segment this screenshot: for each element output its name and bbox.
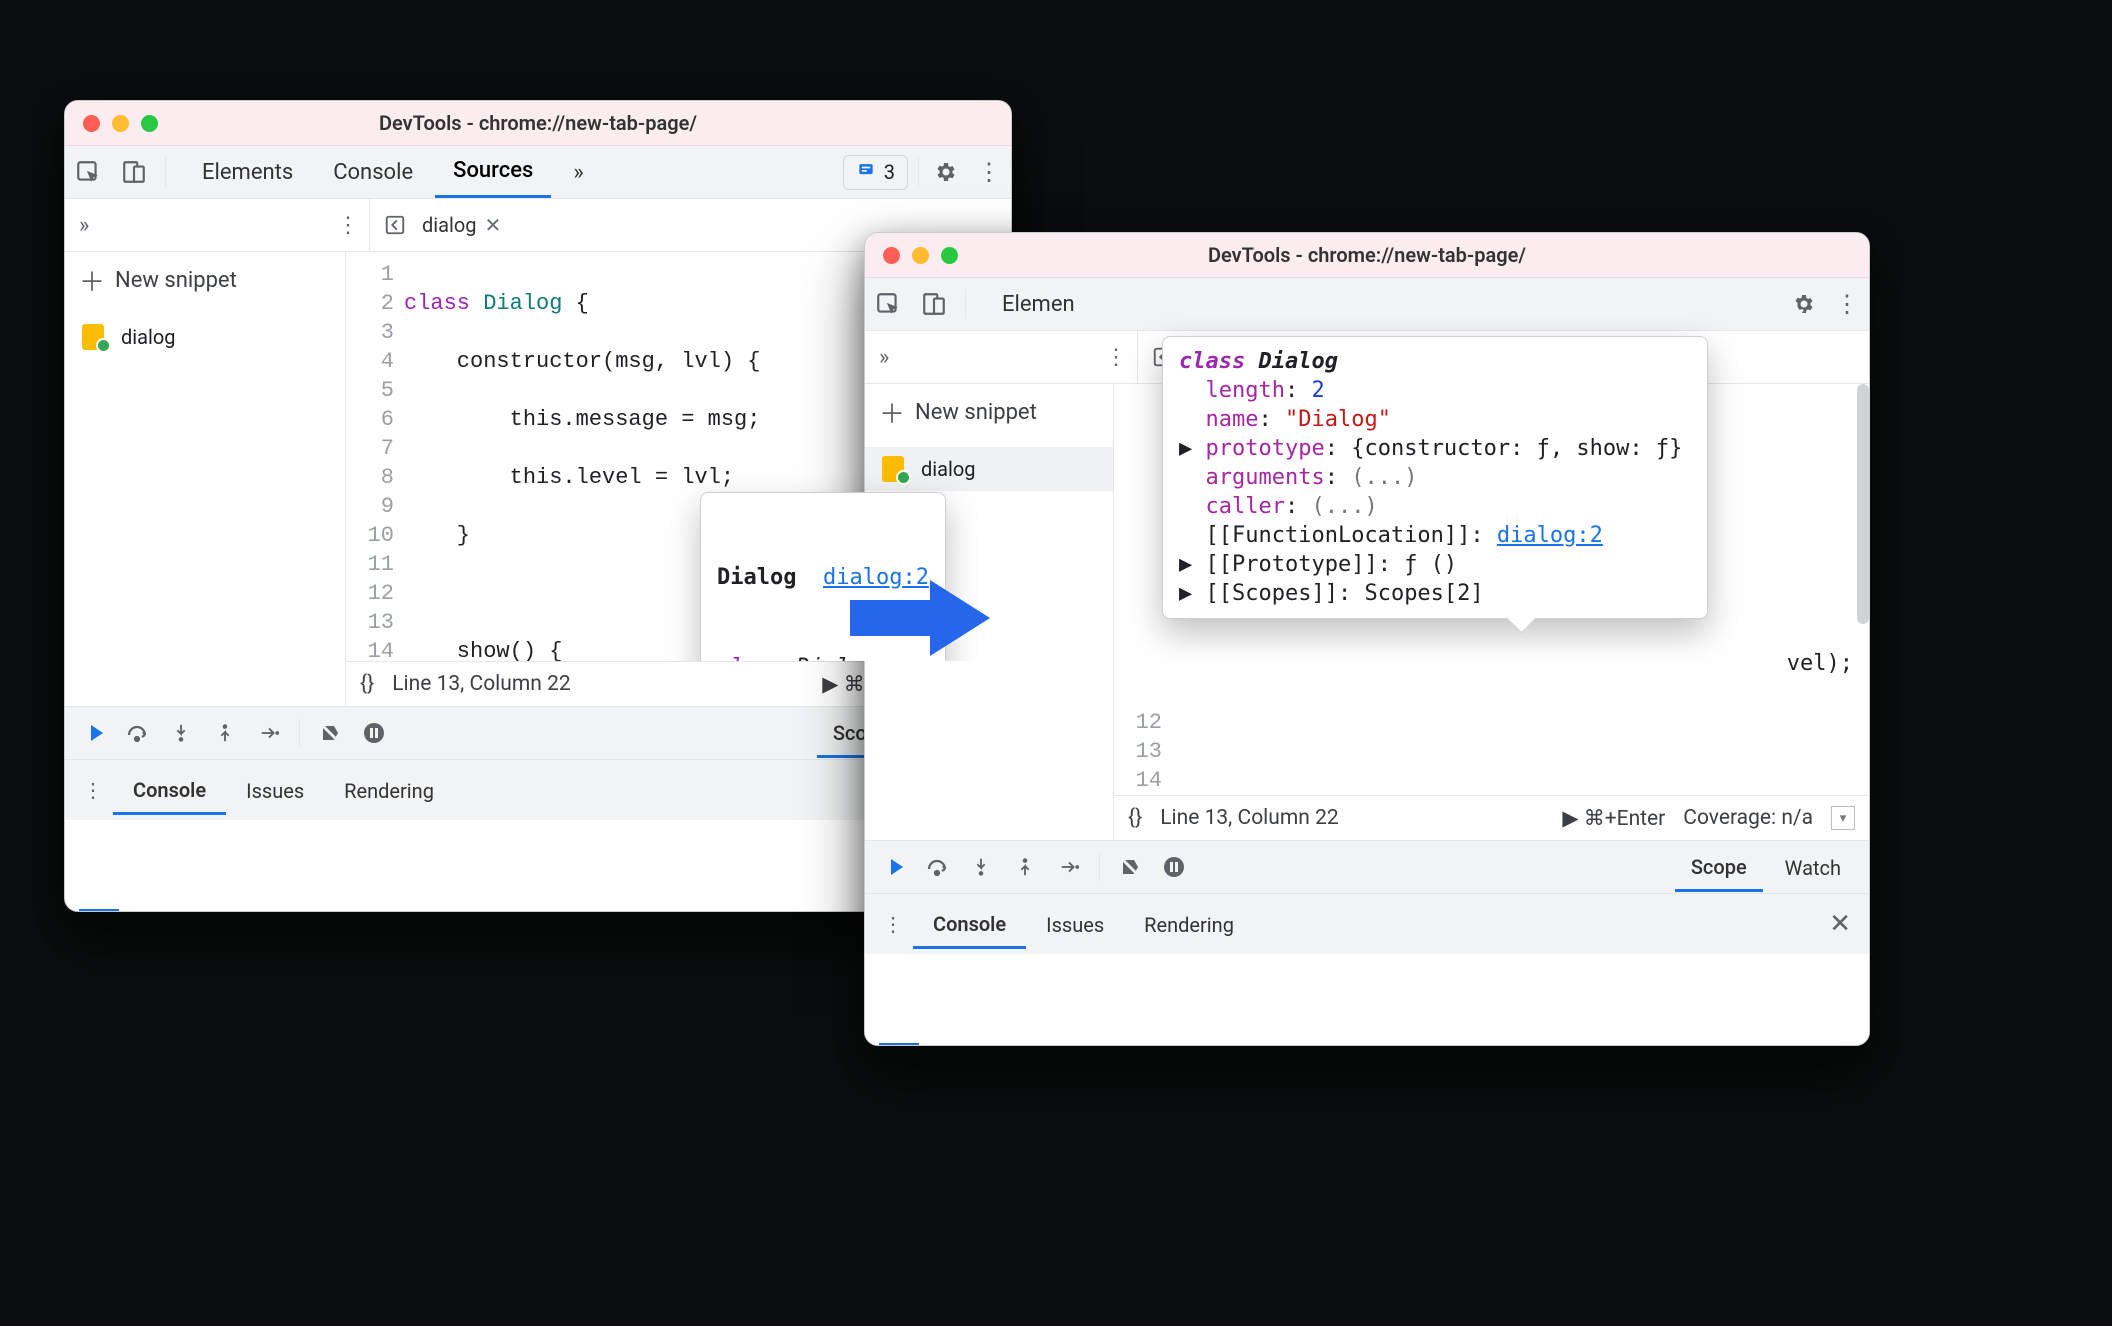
navigator-header: » ⋮: [65, 199, 370, 251]
snippet-item-dialog[interactable]: dialog: [65, 315, 345, 359]
step-out-icon[interactable]: [205, 715, 245, 751]
debugger-toolbar: Scope Watch: [865, 840, 1869, 893]
main-tabstrip: Elemen ⋮: [865, 278, 1869, 331]
code-peek: vel);: [1787, 649, 1853, 678]
tab-elements[interactable]: Elements: [184, 146, 311, 198]
coverage-dropdown-icon[interactable]: ▾: [1831, 806, 1855, 830]
drawer-tab-console[interactable]: Console: [113, 766, 226, 815]
cursor-position: Line 13, Column 22: [1160, 806, 1338, 830]
devtools-window-right: DevTools - chrome://new-tab-page/ Elemen…: [864, 232, 1870, 1046]
expand-arrow-icon[interactable]: ▶: [1179, 581, 1192, 606]
expand-arrow-icon[interactable]: ▶: [1179, 436, 1192, 461]
transition-arrow-icon: [850, 578, 990, 658]
tab-overflow[interactable]: »: [555, 146, 601, 198]
issues-icon: [856, 160, 876, 185]
getter-link[interactable]: (...): [1311, 494, 1377, 519]
tab-elements-truncated[interactable]: Elemen: [984, 278, 1093, 330]
snippet-name: dialog: [921, 457, 976, 481]
tab-watch[interactable]: Watch: [1769, 844, 1857, 890]
step-into-icon[interactable]: [961, 849, 1001, 885]
new-snippet-button[interactable]: ＋ New snippet: [865, 384, 1113, 441]
titlebar: DevTools - chrome://new-tab-page/: [65, 101, 1011, 146]
step-icon[interactable]: [249, 715, 289, 751]
drawer-menu-icon[interactable]: ⋮: [873, 906, 913, 942]
tab-sources[interactable]: Sources: [435, 146, 551, 198]
traffic-minimize[interactable]: [912, 247, 929, 264]
run-shortcut[interactable]: ▶ ⌘+Enter: [1562, 806, 1665, 831]
step-icon[interactable]: [1049, 849, 1089, 885]
plus-icon: ＋: [879, 394, 905, 431]
pause-exceptions-icon[interactable]: [354, 715, 394, 751]
drawer-tab-rendering[interactable]: Rendering: [324, 767, 454, 813]
step-out-icon[interactable]: [1005, 849, 1045, 885]
new-snippet-button[interactable]: ＋ New snippet: [65, 252, 345, 309]
scrollbar[interactable]: [1857, 384, 1869, 795]
drawer: ⋮ Console Issues Rendering ✕: [865, 893, 1869, 954]
drawer-tab-rendering[interactable]: Rendering: [1124, 901, 1254, 947]
drawer-close-icon[interactable]: ✕: [1829, 909, 1851, 939]
object-preview-tooltip: class Dialog length: 2 name: "Dialog" ▶ …: [1162, 336, 1708, 619]
drawer-tab-issues[interactable]: Issues: [1026, 901, 1124, 947]
traffic-close[interactable]: [83, 115, 100, 132]
resume-icon[interactable]: [73, 715, 113, 751]
plus-icon: ＋: [79, 262, 105, 299]
inspect-icon[interactable]: [865, 285, 911, 323]
issues-badge[interactable]: 3: [843, 155, 908, 190]
titlebar: DevTools - chrome://new-tab-page/: [865, 233, 1869, 278]
tooltip-link[interactable]: dialog:2: [1497, 523, 1603, 548]
navigator-overflow-icon[interactable]: »: [79, 213, 89, 238]
close-icon[interactable]: ✕: [485, 213, 502, 237]
snippet-file-icon: [881, 455, 909, 483]
line-gutter: 1 2 3 4 5 6 7 8 9 10 11 12 13 14: [346, 252, 404, 661]
editor-statusbar: {} Line 13, Column 22 ▶ ⌘+Enter Coverage…: [1114, 795, 1869, 840]
main-tabstrip: Elements Console Sources » 3 ⋮: [65, 146, 1011, 199]
nav-back-icon[interactable]: [382, 214, 408, 236]
snippet-item-dialog[interactable]: dialog: [865, 447, 1113, 491]
getter-link[interactable]: (...): [1351, 465, 1417, 490]
traffic-minimize[interactable]: [112, 115, 129, 132]
device-toggle-icon[interactable]: [911, 285, 957, 323]
drawer-tab-console[interactable]: Console: [913, 900, 1026, 949]
format-braces-icon[interactable]: {}: [1128, 806, 1142, 830]
issues-count: 3: [884, 160, 895, 184]
settings-icon[interactable]: [1781, 286, 1825, 322]
step-into-icon[interactable]: [161, 715, 201, 751]
navigator-menu-icon[interactable]: ⋮: [1105, 345, 1127, 370]
settings-icon[interactable]: [923, 154, 967, 190]
file-tab-dialog[interactable]: dialog ✕: [422, 213, 501, 237]
traffic-zoom[interactable]: [941, 247, 958, 264]
window-title: DevTools - chrome://new-tab-page/: [65, 111, 1011, 135]
traffic-close[interactable]: [883, 247, 900, 264]
step-over-icon[interactable]: [117, 715, 157, 751]
snippet-file-icon: [81, 323, 109, 351]
cursor-position: Line 13, Column 22: [392, 672, 570, 696]
more-menu-icon[interactable]: ⋮: [1825, 284, 1869, 324]
window-title: DevTools - chrome://new-tab-page/: [865, 243, 1869, 267]
deactivate-breakpoints-icon[interactable]: [1110, 849, 1150, 885]
navigator-overflow-icon[interactable]: »: [879, 345, 889, 370]
format-braces-icon[interactable]: {}: [360, 672, 374, 696]
navigator-sidebar: ＋ New snippet dialog: [65, 252, 346, 706]
resume-icon[interactable]: [873, 849, 913, 885]
deactivate-breakpoints-icon[interactable]: [310, 715, 350, 751]
device-toggle-icon[interactable]: [111, 153, 157, 191]
pause-exceptions-icon[interactable]: [1154, 849, 1194, 885]
traffic-zoom[interactable]: [141, 115, 158, 132]
navigator-header: » ⋮: [865, 331, 1138, 383]
line-gutter: 12 13 14: [1114, 700, 1172, 795]
tab-scope[interactable]: Scope: [1675, 843, 1763, 892]
inspect-icon[interactable]: [65, 153, 111, 191]
tab-console[interactable]: Console: [315, 146, 431, 198]
more-menu-icon[interactable]: ⋮: [967, 152, 1011, 192]
drawer-tab-issues[interactable]: Issues: [226, 767, 324, 813]
file-tab-name: dialog: [422, 213, 477, 237]
navigator-menu-icon[interactable]: ⋮: [337, 213, 359, 238]
snippet-name: dialog: [121, 325, 176, 349]
expand-arrow-icon[interactable]: ▶: [1179, 552, 1192, 577]
coverage-label: Coverage: n/a: [1683, 806, 1813, 830]
drawer-menu-icon[interactable]: ⋮: [73, 772, 113, 808]
step-over-icon[interactable]: [917, 849, 957, 885]
